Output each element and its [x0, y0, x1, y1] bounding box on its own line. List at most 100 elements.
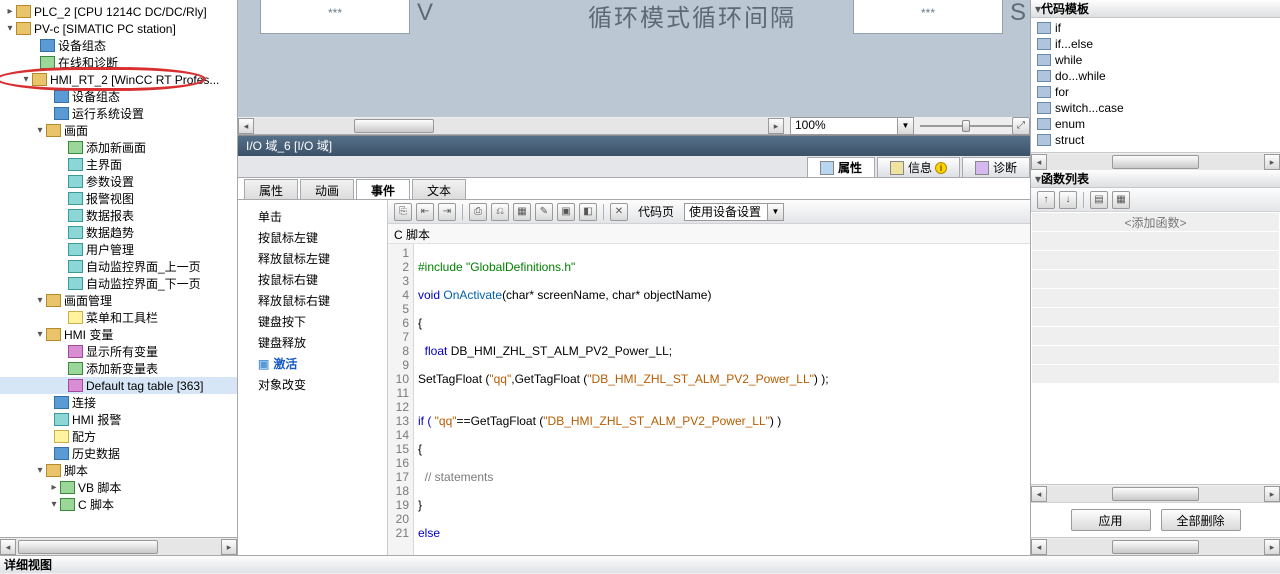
tree-node[interactable]: 用户管理 — [0, 241, 237, 258]
tree-node-default-tag-table[interactable]: Default tag table [363] — [0, 377, 237, 394]
grid-row[interactable] — [1032, 251, 1279, 269]
add-function-placeholder[interactable]: <添加函数> — [1032, 213, 1279, 231]
grid-row[interactable] — [1032, 270, 1279, 288]
screen-canvas[interactable]: ***V 循环模式循环间隔 ***S ◂ ▸ 100%▼ ⤢ — [238, 0, 1030, 136]
event-left-up[interactable]: 释放鼠标左键 — [238, 248, 387, 269]
chevron-down-icon[interactable]: ▼ — [767, 204, 783, 220]
tree-node-online[interactable]: 在线和诊断 — [0, 54, 237, 71]
code-text-area[interactable]: 123456789101112131415161718192021 #inclu… — [388, 244, 1030, 555]
tree-node-vb[interactable]: VB 脚本 — [0, 479, 237, 496]
io-field-1[interactable]: ***V — [260, 0, 410, 34]
tree-node[interactable]: 自动监控界面_下一页 — [0, 275, 237, 292]
project-tree[interactable]: PLC_2 [CPU 1214C DC/DC/Rly] PV-c [SIMATI… — [0, 0, 237, 537]
tree-node[interactable]: HMI 报警 — [0, 411, 237, 428]
grid-row[interactable] — [1032, 232, 1279, 250]
toolbar-button[interactable]: ⎘ — [394, 203, 412, 221]
grid-row[interactable] — [1032, 308, 1279, 326]
event-right-up[interactable]: 释放鼠标右键 — [238, 290, 387, 311]
scroll-thumb[interactable] — [1112, 487, 1199, 501]
template-switch[interactable]: switch...case — [1037, 100, 1280, 116]
template-if[interactable]: if — [1037, 20, 1280, 36]
tree-node-hmitags[interactable]: HMI 变量 — [0, 326, 237, 343]
scroll-left-button[interactable]: ◂ — [238, 118, 254, 134]
codepage-dropdown[interactable]: 使用设备设置▼ — [684, 203, 784, 221]
tree-node-c[interactable]: C 脚本 — [0, 496, 237, 513]
scroll-thumb[interactable] — [354, 119, 434, 133]
scroll-right-button[interactable]: ▸ — [1264, 486, 1280, 502]
tree-node[interactable]: 菜单和工具栏 — [0, 309, 237, 326]
delete-all-button[interactable]: 全部删除 — [1161, 509, 1241, 531]
collapse-button[interactable]: ▦ — [1112, 191, 1130, 209]
inner-tab-text[interactable]: 文本 — [412, 179, 466, 199]
scroll-thumb[interactable] — [18, 540, 158, 554]
scroll-right-button[interactable]: ▸ — [1264, 154, 1280, 170]
event-object-change[interactable]: 对象改变 — [238, 374, 387, 395]
tree-node[interactable]: 历史数据 — [0, 445, 237, 462]
tree-node[interactable]: 添加新画面 — [0, 139, 237, 156]
scroll-left-button[interactable]: ◂ — [1031, 539, 1047, 555]
move-down-button[interactable]: ↓ — [1059, 191, 1077, 209]
tree-node[interactable]: 参数设置 — [0, 173, 237, 190]
tab-info[interactable]: 信息i — [877, 157, 960, 177]
scroll-thumb[interactable] — [1112, 540, 1199, 554]
tree-node[interactable]: 运行系统设置 — [0, 105, 237, 122]
grid-row[interactable] — [1032, 289, 1279, 307]
right-panel-scrollbar[interactable]: ◂ ▸ — [1031, 537, 1280, 555]
tree-node[interactable]: 添加新变量表 — [0, 360, 237, 377]
inner-tab-animation[interactable]: 动画 — [300, 179, 354, 199]
zoom-slider[interactable] — [920, 117, 1012, 135]
function-list-grid[interactable]: <添加函数> — [1031, 212, 1280, 484]
tree-node-plc2[interactable]: PLC_2 [CPU 1214C DC/DC/Rly] — [0, 3, 237, 20]
templates-scrollbar[interactable]: ◂ ▸ — [1031, 152, 1280, 170]
toolbar-button[interactable]: ⎙ — [469, 203, 487, 221]
toolbar-button[interactable]: ✎ — [535, 203, 553, 221]
inner-tab-properties[interactable]: 属性 — [244, 179, 298, 199]
code-templates-header[interactable]: 代码模板 — [1031, 0, 1280, 18]
toolbar-button[interactable]: ◧ — [579, 203, 597, 221]
tree-node[interactable]: 数据趋势 — [0, 224, 237, 241]
scroll-right-button[interactable]: ▸ — [1264, 539, 1280, 555]
event-key-up[interactable]: 键盘释放 — [238, 332, 387, 353]
tree-node[interactable]: 主界面 — [0, 156, 237, 173]
scroll-right-button[interactable]: ▸ — [221, 539, 237, 555]
template-while[interactable]: while — [1037, 52, 1280, 68]
tab-properties[interactable]: 属性 — [807, 157, 875, 177]
toolbar-button[interactable]: ▦ — [513, 203, 531, 221]
scroll-right-button[interactable]: ▸ — [768, 118, 784, 134]
apply-button[interactable]: 应用 — [1071, 509, 1151, 531]
scroll-left-button[interactable]: ◂ — [1031, 486, 1047, 502]
inner-tab-events[interactable]: 事件 — [356, 179, 410, 199]
grid-row[interactable] — [1032, 346, 1279, 364]
tree-node[interactable]: 配方 — [0, 428, 237, 445]
event-click[interactable]: 单击 — [238, 206, 387, 227]
grid-row[interactable] — [1032, 365, 1279, 383]
event-right-down[interactable]: 按鼠标右键 — [238, 269, 387, 290]
function-list-header[interactable]: 函数列表 — [1031, 170, 1280, 188]
chevron-down-icon[interactable]: ▼ — [897, 118, 913, 134]
tree-node-screens[interactable]: 画面 — [0, 122, 237, 139]
tree-node-scripts[interactable]: 脚本 — [0, 462, 237, 479]
scroll-thumb[interactable] — [1112, 155, 1199, 169]
io-field-2[interactable]: ***S — [853, 0, 1003, 34]
event-key-down[interactable]: 键盘按下 — [238, 311, 387, 332]
toolbar-button[interactable]: ▣ — [557, 203, 575, 221]
tree-node-screenmgmt[interactable]: 画面管理 — [0, 292, 237, 309]
slider-handle[interactable] — [962, 120, 970, 132]
event-left-down[interactable]: 按鼠标左键 — [238, 227, 387, 248]
zoom-fit-button[interactable]: ⤢ — [1012, 117, 1030, 135]
detail-view-header[interactable]: 详细视图 — [0, 555, 1280, 573]
tree-node-hmi-rt2[interactable]: HMI_RT_2 [WinCC RT Profes... — [0, 71, 237, 88]
grid-row[interactable] — [1032, 327, 1279, 345]
tree-node[interactable]: 自动监控界面_上一页 — [0, 258, 237, 275]
tab-diagnostics[interactable]: 诊断 — [962, 157, 1030, 177]
indent-button[interactable]: ⇥ — [438, 203, 456, 221]
delete-button[interactable]: ✕ — [610, 203, 628, 221]
outdent-button[interactable]: ⇤ — [416, 203, 434, 221]
tree-node[interactable]: 设备组态 — [0, 88, 237, 105]
functions-scrollbar[interactable]: ◂ ▸ — [1031, 484, 1280, 502]
scroll-left-button[interactable]: ◂ — [0, 539, 16, 555]
tree-node[interactable]: 显示所有变量 — [0, 343, 237, 360]
template-for[interactable]: for — [1037, 84, 1280, 100]
tree-node-pvc[interactable]: PV-c [SIMATIC PC station] — [0, 20, 237, 37]
tree-node[interactable]: 报警视图 — [0, 190, 237, 207]
